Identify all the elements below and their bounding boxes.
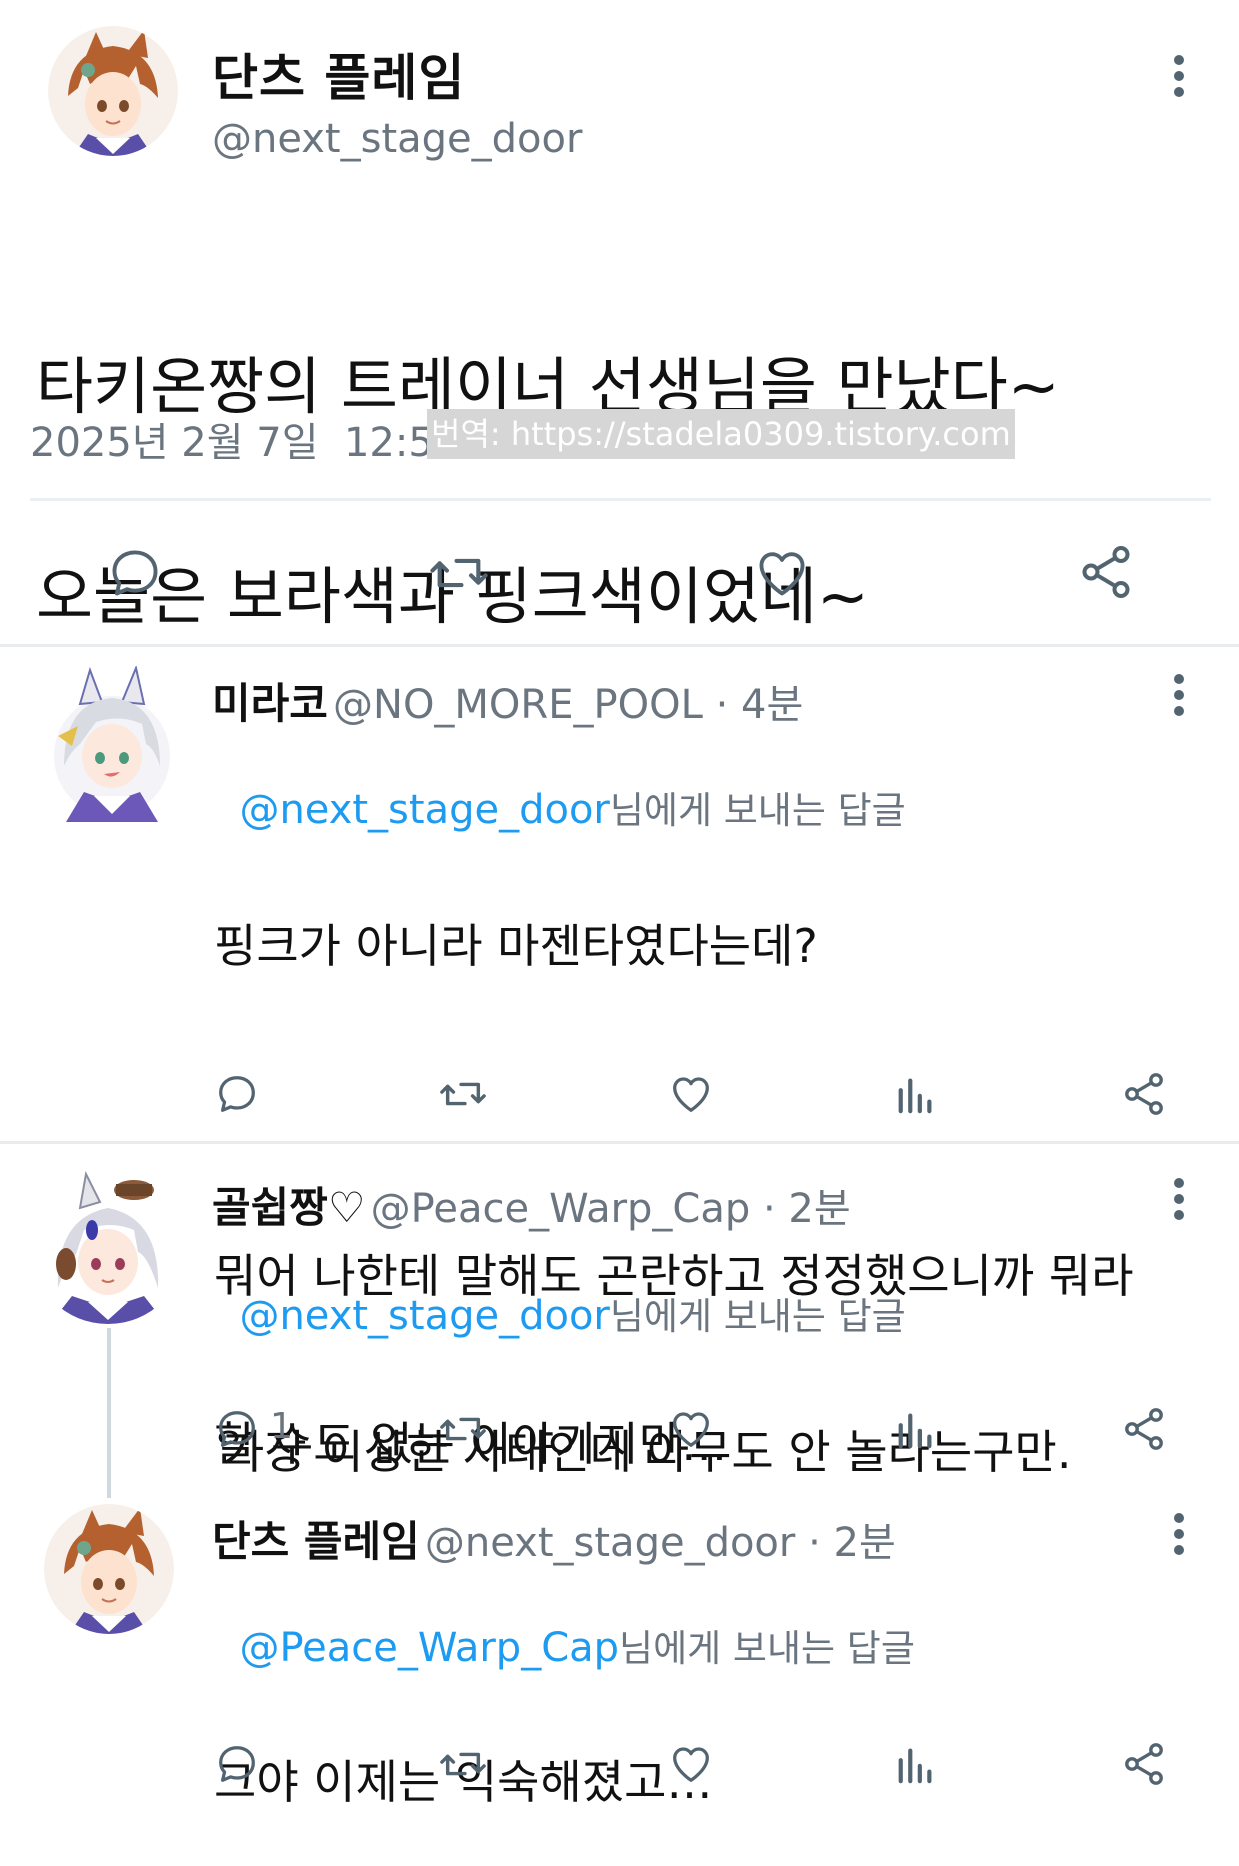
more-options-icon[interactable] (1168, 1512, 1190, 1556)
section-separator (0, 644, 1239, 647)
retweet-icon[interactable] (427, 544, 491, 602)
reply-icon[interactable] (106, 544, 164, 602)
share-icon[interactable] (1120, 1740, 1168, 1788)
reply-2-text-line-1: 가장 이상한 사태인데 아무도 안 놀라는구만. (222, 1425, 1072, 1479)
avatar-reply-2[interactable] (30, 1168, 186, 1324)
reply-1-handle-time[interactable]: @NO_MORE_POOL · 4분 (333, 682, 803, 728)
more-options-icon[interactable] (1168, 673, 1190, 717)
reply-3-handle-time[interactable]: @next_stage_door · 2분 (425, 1520, 896, 1566)
retweet-icon[interactable] (437, 1406, 489, 1452)
section-separator (0, 1141, 1239, 1144)
views-icon[interactable] (894, 1743, 938, 1785)
like-icon[interactable] (667, 1741, 715, 1787)
avatar-main-author[interactable] (48, 26, 178, 156)
reply-icon[interactable] (214, 1741, 260, 1787)
reply-3-header: 단츠 플레임 @next_stage_door · 2분 (212, 1508, 896, 1569)
reply-icon[interactable] (214, 1071, 260, 1117)
share-icon[interactable] (1120, 1070, 1168, 1118)
retweet-icon[interactable] (437, 1741, 489, 1787)
reply-icon[interactable] (214, 1406, 260, 1452)
share-icon[interactable] (1120, 1405, 1168, 1453)
translation-watermark: 번역: https://stadela0309.tistory.com (427, 409, 1015, 459)
tweet-text-line-2: 오늘은 보라색과 핑크색이었네~ (36, 560, 869, 633)
author-display-name[interactable]: 단츠 플레임 (212, 38, 465, 110)
views-icon[interactable] (894, 1408, 938, 1450)
reply-2-text: 가장 이상한 사태인데 아무도 안 놀라는구만. (222, 1312, 1072, 1536)
tweet-timestamp[interactable]: 2025년 2월 7일 12:51 (30, 410, 459, 468)
reply-2-display-name[interactable]: 골쉽짱♡ (212, 1183, 366, 1232)
reply-1-display-name[interactable]: 미라코 (212, 679, 328, 728)
reply-3-display-name[interactable]: 단츠 플레임 (212, 1517, 420, 1566)
like-icon[interactable] (752, 544, 812, 602)
reply-2-handle-time[interactable]: @Peace_Warp_Cap · 2분 (371, 1186, 851, 1232)
more-options-icon[interactable] (1168, 54, 1190, 98)
avatar-reply-1[interactable] (50, 666, 174, 822)
like-icon[interactable] (667, 1071, 715, 1117)
reply-1-header: 미라코 @NO_MORE_POOL · 4분 (212, 670, 803, 731)
share-icon[interactable] (1076, 542, 1136, 602)
reply-2-header: 골쉽짱♡ @Peace_Warp_Cap · 2분 (212, 1174, 851, 1235)
avatar-reply-3[interactable] (44, 1504, 174, 1634)
more-options-icon[interactable] (1168, 1177, 1190, 1221)
thread-connector-line (107, 1328, 111, 1498)
reply-count: 1 (270, 1406, 293, 1447)
divider (30, 498, 1211, 501)
views-icon[interactable] (894, 1073, 938, 1115)
retweet-icon[interactable] (437, 1071, 489, 1117)
like-icon[interactable] (667, 1406, 715, 1452)
author-handle[interactable]: @next_stage_door (212, 116, 582, 162)
reply-1-text-line-1: 핑크가 아니라 마젠타였다는데? (214, 919, 818, 973)
